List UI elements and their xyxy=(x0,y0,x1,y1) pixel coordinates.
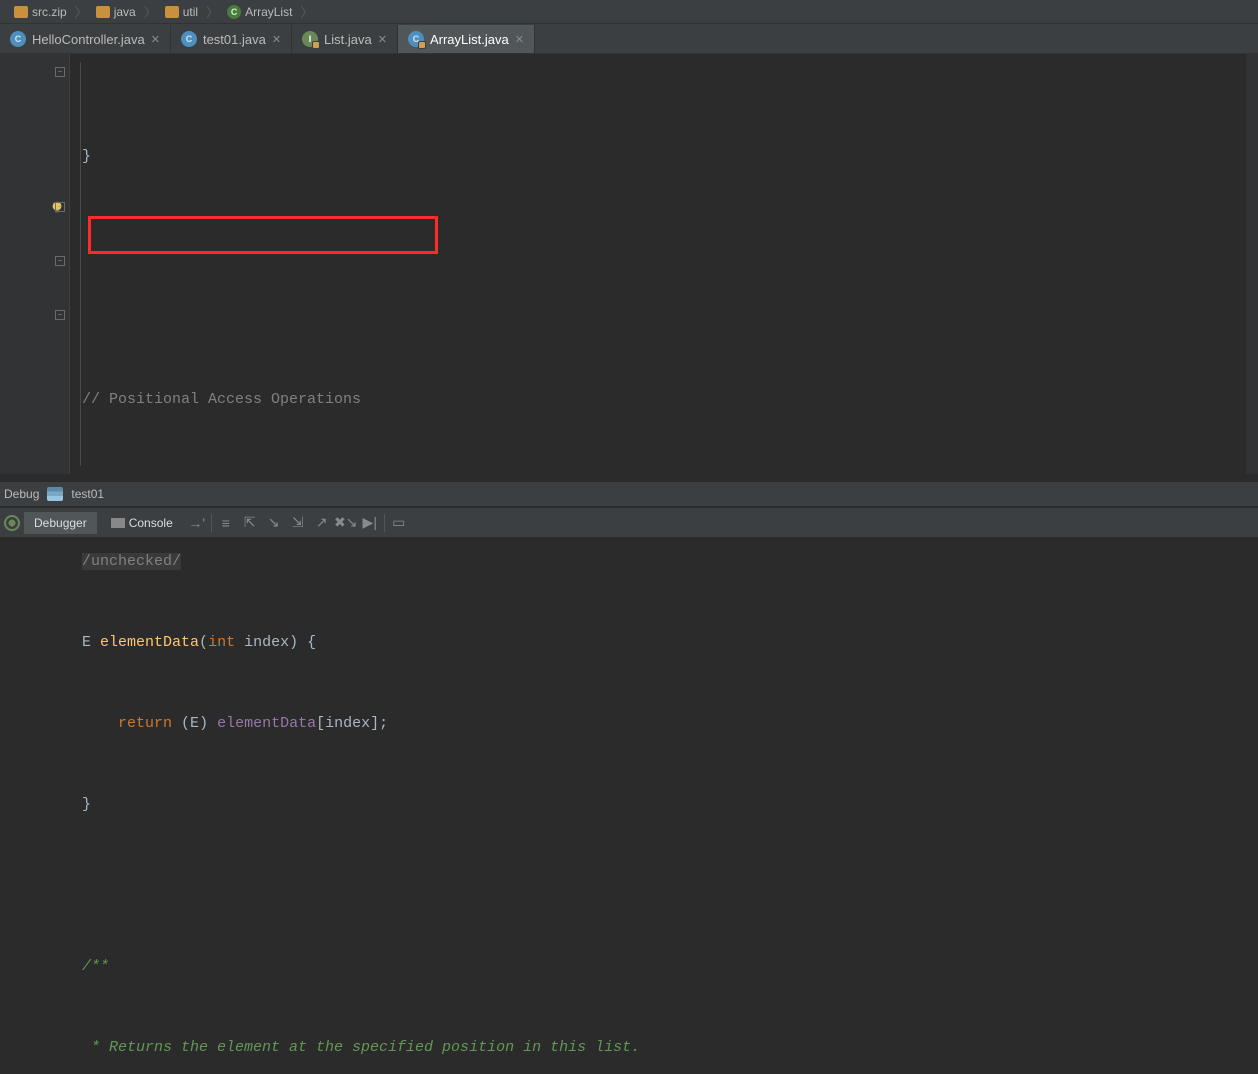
code-identifier: elementData xyxy=(100,634,199,651)
tab-label: HelloController.java xyxy=(32,32,145,47)
close-icon[interactable]: ✕ xyxy=(515,33,524,46)
lock-icon xyxy=(312,41,320,49)
code-content[interactable]: } // Positional Access Operations /unche… xyxy=(70,54,1258,474)
code-keyword: int xyxy=(208,634,244,651)
run-to-cursor-icon[interactable]: ▶| xyxy=(360,513,380,533)
code-text: [ xyxy=(316,715,325,732)
tab-label: List.java xyxy=(324,32,372,47)
code-text: ) xyxy=(199,715,217,732)
breadcrumb-item-java[interactable]: java xyxy=(90,5,142,19)
code-field: elementData xyxy=(217,715,316,732)
tab-debugger[interactable]: Debugger xyxy=(24,512,97,534)
interface-file-icon: I xyxy=(302,31,318,47)
java-file-icon: C xyxy=(181,31,197,47)
chevron-right-icon: 〉 xyxy=(75,2,88,21)
code-comment: // Positional Access Operations xyxy=(82,391,361,408)
step-over-return-icon[interactable]: →' xyxy=(187,513,207,533)
tab-console-label: Console xyxy=(129,516,173,530)
debug-toolbar: Debugger Console →' ≡ ⇱ ↘ ⇲ ↗ ✖↘ ▶| ▭ xyxy=(0,507,1258,537)
evaluate-expression-icon[interactable]: ▭ xyxy=(389,513,409,533)
code-editor[interactable]: − − − − } // Positional Access Operation… xyxy=(0,54,1258,474)
tab-hellocontroller[interactable]: C HelloController.java ✕ xyxy=(0,25,171,53)
close-icon[interactable]: ✕ xyxy=(272,33,281,46)
lock-icon xyxy=(418,41,426,49)
fold-toggle-icon[interactable]: − xyxy=(55,67,65,77)
editor-tabs: C HelloController.java ✕ C test01.java ✕… xyxy=(0,24,1258,54)
bug-icon[interactable] xyxy=(4,515,20,531)
editor-scrollbar[interactable] xyxy=(1246,54,1258,474)
folder-icon xyxy=(96,6,110,18)
tab-label: ArrayList.java xyxy=(430,32,509,47)
breadcrumb-item-arraylist[interactable]: C ArrayList xyxy=(221,5,298,19)
code-text: ( xyxy=(199,634,208,651)
code-text xyxy=(82,715,118,732)
tab-arraylist[interactable]: C ArrayList.java ✕ xyxy=(398,25,535,53)
force-step-into-icon[interactable]: ⇲ xyxy=(288,513,308,533)
drop-frame-icon[interactable]: ✖↘ xyxy=(336,513,356,533)
tab-list[interactable]: I List.java ✕ xyxy=(292,25,398,53)
code-doc: * Returns the element at the specified p… xyxy=(82,1039,640,1056)
editor-gutter[interactable]: − − − − xyxy=(0,54,70,474)
step-over-icon[interactable]: ⇱ xyxy=(240,513,260,533)
breadcrumb-item-srczip[interactable]: src.zip xyxy=(8,5,73,19)
breadcrumb-item-util[interactable]: util xyxy=(159,5,204,19)
folder-icon xyxy=(165,6,179,18)
step-into-icon[interactable]: ↘ xyxy=(264,513,284,533)
java-file-icon: C xyxy=(10,31,26,47)
code-text: E xyxy=(190,715,199,732)
separator xyxy=(384,514,385,532)
debug-toolwindow-header[interactable]: Debug test01 xyxy=(0,481,1258,507)
breadcrumb-label: src.zip xyxy=(32,5,67,19)
breadcrumb-label: java xyxy=(114,5,136,19)
breadcrumb-bar: src.zip 〉 java 〉 util 〉 C ArrayList 〉 xyxy=(0,0,1258,24)
java-file-icon: C xyxy=(408,31,424,47)
tab-label: test01.java xyxy=(203,32,266,47)
step-out-icon[interactable]: ↗ xyxy=(312,513,332,533)
close-icon[interactable]: ✕ xyxy=(151,33,160,46)
code-text: index xyxy=(325,715,370,732)
fold-toggle-icon[interactable]: − xyxy=(55,256,65,266)
close-icon[interactable]: ✕ xyxy=(378,33,387,46)
zip-icon xyxy=(14,6,28,18)
code-text: } xyxy=(82,148,91,165)
code-text: } xyxy=(82,796,91,813)
fold-toggle-icon[interactable]: − xyxy=(55,202,65,212)
code-text: ) { xyxy=(289,634,316,651)
run-config-icon xyxy=(47,487,63,501)
code-text: ]; xyxy=(370,715,388,732)
code-text: E xyxy=(82,634,100,651)
code-text: index xyxy=(244,634,289,651)
class-icon: C xyxy=(227,5,241,19)
tab-test01[interactable]: C test01.java ✕ xyxy=(171,25,292,53)
breadcrumb-label: ArrayList xyxy=(245,5,292,19)
separator xyxy=(211,514,212,532)
code-keyword: return xyxy=(118,715,181,732)
chevron-right-icon: 〉 xyxy=(300,2,313,21)
debug-config-name: test01 xyxy=(71,487,104,501)
fold-toggle-icon[interactable]: − xyxy=(55,310,65,320)
chevron-right-icon: 〉 xyxy=(144,2,157,21)
tab-console[interactable]: Console xyxy=(101,512,183,534)
indent-guide xyxy=(80,62,81,466)
debug-label: Debug xyxy=(4,487,39,501)
code-comment: /unchecked/ xyxy=(82,553,181,570)
show-execution-point-icon[interactable]: ≡ xyxy=(216,513,236,533)
code-text: ( xyxy=(181,715,190,732)
console-icon xyxy=(111,518,125,528)
chevron-right-icon: 〉 xyxy=(206,2,219,21)
breadcrumb-label: util xyxy=(183,5,198,19)
code-doc: /** xyxy=(82,958,109,975)
